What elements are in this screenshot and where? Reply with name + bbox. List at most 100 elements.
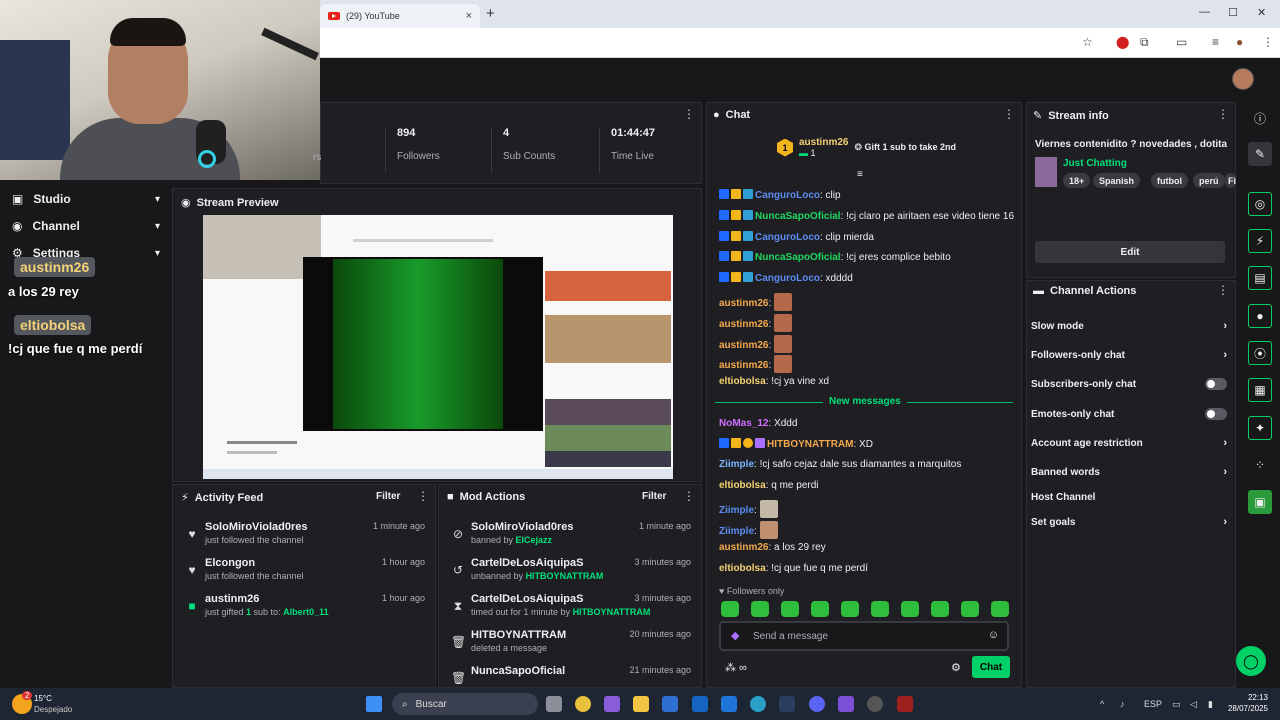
list-item[interactable]: ↺ CartelDeLosAiquipaS unbanned by HITBOY…	[439, 557, 701, 593]
browser-menu-icon[interactable]: ⋮	[1262, 35, 1274, 49]
close-window-button[interactable]: ✕	[1257, 6, 1266, 19]
browser-tab-youtube[interactable]: (29) YouTube ×	[320, 4, 480, 28]
edit-stream-info-button[interactable]: Edit	[1035, 241, 1225, 263]
extension-stop-icon[interactable]: ⬤	[1116, 35, 1129, 49]
close-tab-icon[interactable]: ×	[466, 10, 472, 22]
store-icon[interactable]	[662, 696, 678, 712]
host-channel-action[interactable]: Host Channel	[1031, 486, 1227, 508]
new-tab-button[interactable]: +	[486, 5, 495, 22]
bolt-icon[interactable]: ⚡	[1248, 229, 1272, 253]
emote-icon[interactable]	[901, 601, 919, 617]
set-goals-action[interactable]: Set goals ›	[1031, 511, 1227, 533]
emote-icon[interactable]	[751, 601, 769, 617]
network-icon[interactable]: ▭	[1172, 699, 1181, 710]
address-bar[interactable]	[330, 32, 1110, 54]
chat-settings-icon[interactable]: ⚙	[951, 661, 961, 674]
emote-icon[interactable]	[811, 601, 829, 617]
chat-message[interactable]: NuncaSapoOficial: !cj claro pe airitaen …	[719, 210, 1014, 222]
maximize-button[interactable]: ☐	[1228, 6, 1238, 19]
extensions-icon[interactable]: ⧉	[1140, 35, 1149, 50]
emotes-only-toggle[interactable]	[1205, 408, 1227, 420]
tag[interactable]: Fi	[1225, 173, 1236, 188]
chat-message[interactable]: austinm26:	[719, 314, 793, 332]
apps-icon[interactable]: ⁘	[1248, 453, 1272, 477]
nav-item-studio[interactable]: ▣ Studio ▾	[0, 186, 172, 212]
chat-message[interactable]: eltiobolsa: !cj que fue q me perdí	[719, 563, 868, 574]
obs-icon[interactable]	[838, 696, 854, 712]
emote-icon[interactable]	[781, 601, 799, 617]
user-avatar[interactable]	[1232, 68, 1254, 90]
chat-message[interactable]: eltiobolsa: !cj ya vine xd	[719, 376, 829, 387]
chat-message[interactable]: Ziimple: !cj safo cejaz dale sus diamant…	[719, 459, 961, 470]
edge-icon[interactable]	[750, 696, 766, 712]
windows-start-icon[interactable]	[366, 696, 382, 712]
followers-only-action[interactable]: Followers-only chat ›	[1031, 344, 1227, 366]
document-icon[interactable]: ▤	[1248, 266, 1272, 290]
chat-message[interactable]: CanguroLoco: clip	[719, 189, 841, 201]
wrench-icon[interactable]: ✦	[1248, 416, 1272, 440]
account-age-action[interactable]: Account age restriction ›	[1031, 432, 1227, 454]
clip-icon[interactable]: ◎	[1248, 192, 1272, 216]
subscribers-only-toggle[interactable]	[1205, 378, 1227, 390]
chat-message[interactable]: austinm26: a los 29 rey	[719, 542, 826, 553]
mod-filter-button[interactable]: Filter	[642, 491, 666, 502]
banned-words-action[interactable]: Banned words ›	[1031, 461, 1227, 483]
emote-icon[interactable]	[841, 601, 859, 617]
tray-chevron-icon[interactable]: ^	[1100, 699, 1104, 709]
emote-picker-icon[interactable]: ☺	[988, 629, 999, 641]
more-options-icon[interactable]: ⋮	[1003, 107, 1015, 121]
help-button[interactable]: ◯	[1236, 646, 1266, 676]
more-options-icon[interactable]: ⋮	[683, 489, 695, 503]
profile-avatar-icon[interactable]: ●	[1236, 35, 1243, 49]
slow-mode-action[interactable]: Slow mode ›	[1031, 315, 1227, 337]
tag[interactable]: 18+	[1063, 173, 1091, 188]
more-options-icon[interactable]: ⋮	[683, 107, 695, 121]
emote-icon[interactable]	[991, 601, 1009, 617]
ad-icon[interactable]: ▦	[1248, 378, 1272, 402]
app-icon[interactable]	[867, 696, 883, 712]
nav-item-channel[interactable]: ◉ Channel ▾	[0, 213, 172, 239]
dropbox-icon[interactable]	[721, 696, 737, 712]
chat-input[interactable]: ◆ Send a message ☺	[719, 621, 1009, 651]
list-item[interactable]: ■ austinm26 just gifted 1 sub to: Albert…	[173, 593, 435, 629]
more-options-icon[interactable]: ⋮	[1217, 283, 1229, 297]
volume-icon[interactable]: ◁	[1190, 699, 1197, 710]
list-item[interactable]: 🗑 NuncaSapoOficial 21 minutes ago	[439, 665, 701, 687]
file-explorer-icon[interactable]	[633, 696, 649, 712]
clock-time[interactable]: 22:13	[1230, 693, 1268, 702]
chrome-icon[interactable]	[575, 696, 591, 712]
media-icon[interactable]: ≡	[1212, 35, 1219, 49]
battery-icon[interactable]: ▮	[1208, 699, 1213, 710]
bits-icon[interactable]: ◆	[731, 629, 739, 642]
language-indicator[interactable]: ESP	[1144, 699, 1162, 709]
tag[interactable]: perú	[1193, 173, 1225, 188]
list-item[interactable]: 🗑 HITBOYNATTRAM deleted a message 20 min…	[439, 629, 701, 665]
stream-category[interactable]: Just Chatting	[1063, 158, 1127, 169]
emote-icon[interactable]	[721, 601, 739, 617]
discord-icon[interactable]	[809, 696, 825, 712]
chat-message[interactable]: Ziimple:	[719, 500, 778, 518]
more-options-icon[interactable]: ⋮	[1217, 107, 1229, 121]
emote-icon[interactable]	[961, 601, 979, 617]
emote-icon[interactable]	[871, 601, 889, 617]
hype-leaderboard[interactable]: 1 austinm26 ▬ 1 ❂ Gift 1 sub to take 2nd	[777, 137, 956, 158]
chat-message[interactable]: austinm26:	[719, 293, 793, 311]
channel-points-icon[interactable]: ⁂ ∞	[725, 661, 747, 674]
clock-date[interactable]: 28/07/2025	[1222, 704, 1268, 713]
outlook-icon[interactable]	[692, 696, 708, 712]
list-item[interactable]: ♥ SoloMiroViolad0res just followed the c…	[173, 521, 435, 557]
chat-send-button[interactable]: Chat	[972, 656, 1010, 678]
chat-message[interactable]: Ziimple:	[719, 521, 778, 539]
chat-icon[interactable]: ●	[1248, 304, 1272, 328]
pencil-icon[interactable]: ✎	[1248, 142, 1272, 166]
chat-message[interactable]: HITBOYNATTRAM: XD	[719, 438, 873, 450]
steam-icon[interactable]	[779, 696, 795, 712]
chat-message[interactable]: CanguroLoco: xdddd	[719, 272, 853, 284]
emote-icon[interactable]	[931, 601, 949, 617]
list-item[interactable]: ♥ Elcongon just followed the channel 1 h…	[173, 557, 435, 593]
info-icon[interactable]: ⓘ	[1248, 106, 1272, 130]
taskbar-search[interactable]: ⌕ Buscar	[392, 693, 538, 715]
cast-icon[interactable]: ▭	[1176, 35, 1187, 49]
tag[interactable]: futbol	[1151, 173, 1188, 188]
stream-preview-video[interactable]	[203, 215, 673, 479]
